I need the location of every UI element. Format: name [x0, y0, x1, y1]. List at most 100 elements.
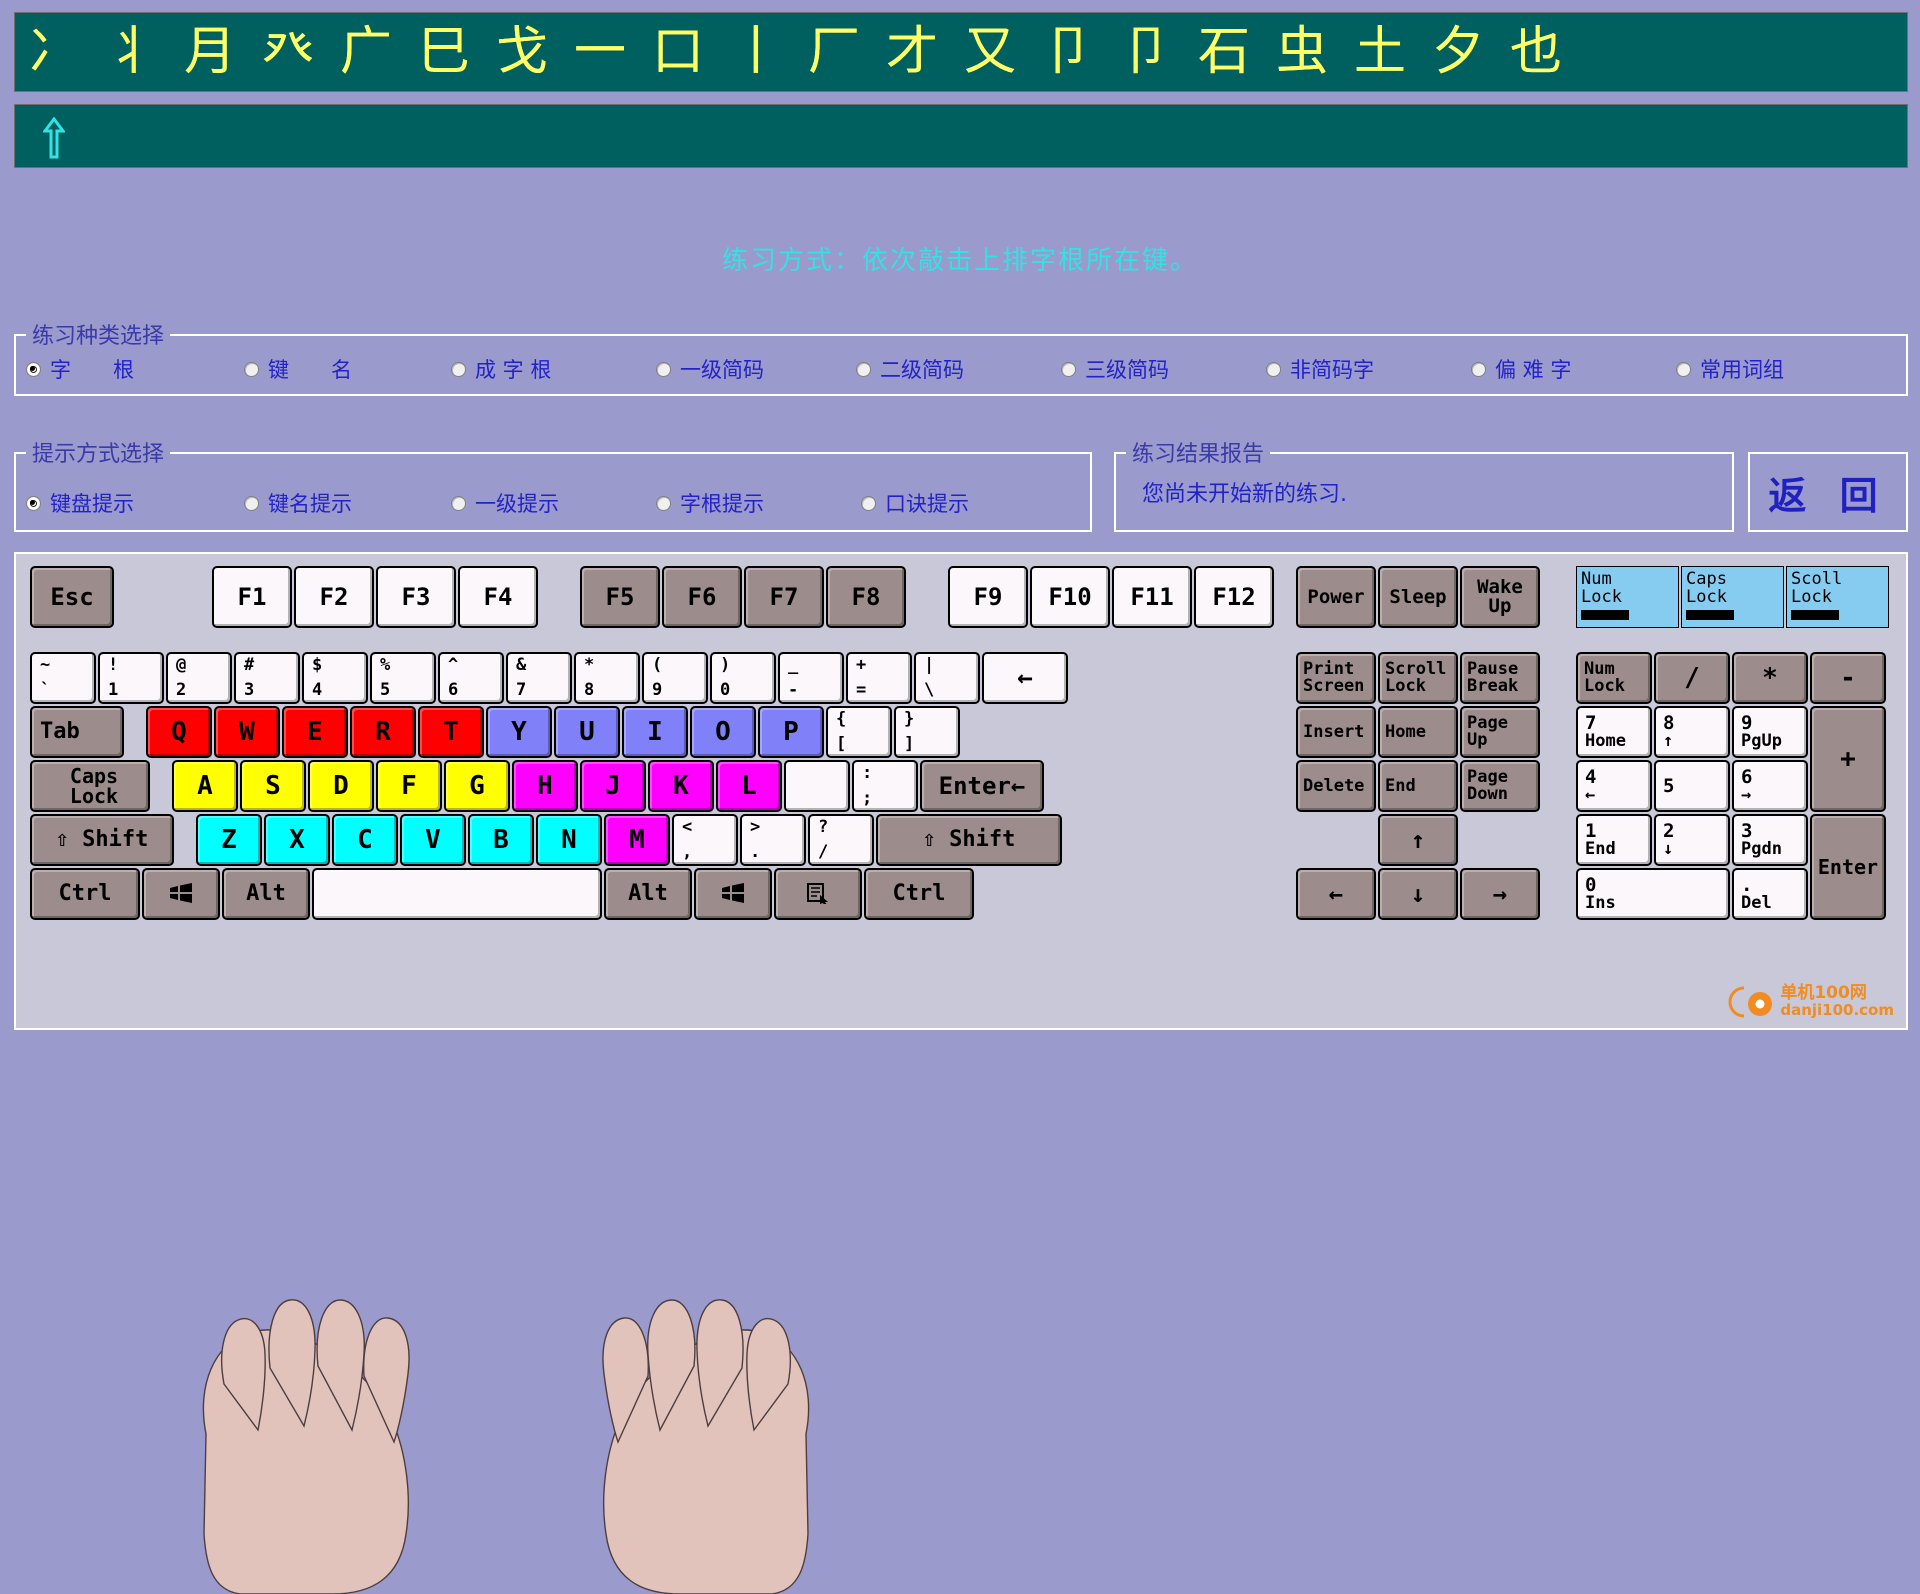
key-bracket-0[interactable]: {[ — [826, 706, 892, 758]
key-m[interactable]: M — [604, 814, 670, 866]
key-numpad-0[interactable]: 0 Ins — [1576, 868, 1730, 920]
key-numpad-num-lock[interactable]: Num Lock — [1576, 652, 1652, 704]
key-punct-0[interactable]: <, — [672, 814, 738, 866]
key-numpad-8[interactable]: 8 ↑ — [1654, 706, 1730, 758]
key-sleep[interactable]: Sleep — [1378, 566, 1458, 628]
key-x[interactable]: X — [264, 814, 330, 866]
key-0[interactable]: ) 0 — [710, 652, 776, 704]
key-menu[interactable] — [774, 868, 862, 920]
key-p[interactable]: P — [758, 706, 824, 758]
radio-kind-7[interactable]: 偏 难 字 — [1471, 354, 1571, 384]
key-delete[interactable]: Delete — [1296, 760, 1376, 812]
key-punct-1[interactable]: >. — [740, 814, 806, 866]
key-caps-lock[interactable]: Caps Lock — [30, 760, 150, 812]
key-\[interactable]: | \ — [914, 652, 980, 704]
key-4[interactable]: $4 — [302, 652, 368, 704]
key-wake[interactable]: Wake Up — [1460, 566, 1540, 628]
key-n[interactable]: N — [536, 814, 602, 866]
key-right-ctrl[interactable]: Ctrl — [864, 868, 974, 920]
key-semicolon-0[interactable] — [784, 760, 850, 812]
key-e[interactable]: E — [282, 706, 348, 758]
radio-hint-3[interactable]: 字根提示 — [656, 488, 764, 518]
key-c[interactable]: C — [332, 814, 398, 866]
key-f11[interactable]: F11 — [1112, 566, 1192, 628]
key-numpad-enter[interactable]: Enter — [1810, 814, 1886, 920]
key-arrow-up[interactable]: ↑ — [1378, 814, 1458, 866]
key-d[interactable]: D — [308, 760, 374, 812]
key-f5[interactable]: F5 — [580, 566, 660, 628]
key-scroll[interactable]: Scroll Lock — [1378, 652, 1458, 704]
key-b[interactable]: B — [468, 814, 534, 866]
key-o[interactable]: O — [690, 706, 756, 758]
radio-kind-5[interactable]: 三级简码 — [1061, 354, 1169, 384]
radio-hint-2[interactable]: 一级提示 — [451, 488, 559, 518]
key-q[interactable]: Q — [146, 706, 212, 758]
key-numpad-9[interactable]: 9 PgUp — [1732, 706, 1808, 758]
key-j[interactable]: J — [580, 760, 646, 812]
key-f8[interactable]: F8 — [826, 566, 906, 628]
key-k[interactable]: K — [648, 760, 714, 812]
key-pause[interactable]: Pause Break — [1460, 652, 1540, 704]
key-3[interactable]: #3 — [234, 652, 300, 704]
key-f7[interactable]: F7 — [744, 566, 824, 628]
key-right-win[interactable] — [694, 868, 772, 920]
key-f9[interactable]: F9 — [948, 566, 1028, 628]
key-f3[interactable]: F3 — [376, 566, 456, 628]
key-2[interactable]: @2 — [166, 652, 232, 704]
key-end[interactable]: End — [1378, 760, 1458, 812]
key-numpad-minus[interactable]: - — [1810, 652, 1886, 704]
key-z[interactable]: Z — [196, 814, 262, 866]
radio-kind-8[interactable]: 常用词组 — [1676, 354, 1784, 384]
key-numpad-multiply[interactable]: * — [1732, 652, 1808, 704]
key-esc[interactable]: Esc — [30, 566, 114, 628]
key-t[interactable]: T — [418, 706, 484, 758]
key-9[interactable]: (9 — [642, 652, 708, 704]
key-f2[interactable]: F2 — [294, 566, 374, 628]
key-backspace[interactable]: ← — [982, 652, 1068, 704]
radio-kind-4[interactable]: 二级简码 — [856, 354, 964, 384]
key-semicolon-1[interactable]: :; — [852, 760, 918, 812]
radio-kind-0[interactable]: 字 根 — [26, 354, 134, 384]
key-left-win[interactable] — [142, 868, 220, 920]
key-numpad-1[interactable]: 1 End — [1576, 814, 1652, 866]
key-numpad-4[interactable]: 4 ← — [1576, 760, 1652, 812]
radio-kind-6[interactable]: 非简码字 — [1266, 354, 1374, 384]
key-numpad-dot[interactable]: . Del — [1732, 868, 1808, 920]
key-1[interactable]: ! 1 — [98, 652, 164, 704]
key-left-shift[interactable]: ⇧ Shift — [30, 814, 174, 866]
key-7[interactable]: & 7 — [506, 652, 572, 704]
radio-hint-1[interactable]: 键名提示 — [244, 488, 352, 518]
key-bracket-1[interactable]: }] — [894, 706, 960, 758]
key-left-alt[interactable]: Alt — [222, 868, 310, 920]
key-numpad-5[interactable]: 5 — [1654, 760, 1730, 812]
key-power[interactable]: Power — [1296, 566, 1376, 628]
key-right-shift[interactable]: ⇧ Shift — [876, 814, 1062, 866]
back-button[interactable]: 返 回 — [1748, 452, 1908, 532]
key-left-ctrl[interactable]: Ctrl — [30, 868, 140, 920]
key-numpad-6[interactable]: 6 → — [1732, 760, 1808, 812]
typing-input-strip[interactable] — [14, 104, 1908, 168]
key-tab[interactable]: Tab — [30, 706, 124, 758]
key-=[interactable]: + = — [846, 652, 912, 704]
key-numpad-7[interactable]: 7 Home — [1576, 706, 1652, 758]
key-u[interactable]: U — [554, 706, 620, 758]
key-page[interactable]: Page Down — [1460, 760, 1540, 812]
key-i[interactable]: I — [622, 706, 688, 758]
key-numpad-divide[interactable]: / — [1654, 652, 1730, 704]
key-8[interactable]: * 8 — [574, 652, 640, 704]
key-f1[interactable]: F1 — [212, 566, 292, 628]
radio-hint-0[interactable]: 键盘提示 — [26, 488, 134, 518]
key-space[interactable] — [312, 868, 602, 920]
key-g[interactable]: G — [444, 760, 510, 812]
key-page[interactable]: Page Up — [1460, 706, 1540, 758]
key-6[interactable]: ^ 6 — [438, 652, 504, 704]
key-right-alt[interactable]: Alt — [604, 868, 692, 920]
key-f6[interactable]: F6 — [662, 566, 742, 628]
key-a[interactable]: A — [172, 760, 238, 812]
key-r[interactable]: R — [350, 706, 416, 758]
key-5[interactable]: % 5 — [370, 652, 436, 704]
key-y[interactable]: Y — [486, 706, 552, 758]
key-s[interactable]: S — [240, 760, 306, 812]
radio-kind-3[interactable]: 一级简码 — [656, 354, 764, 384]
key-arrow-right[interactable]: → — [1460, 868, 1540, 920]
